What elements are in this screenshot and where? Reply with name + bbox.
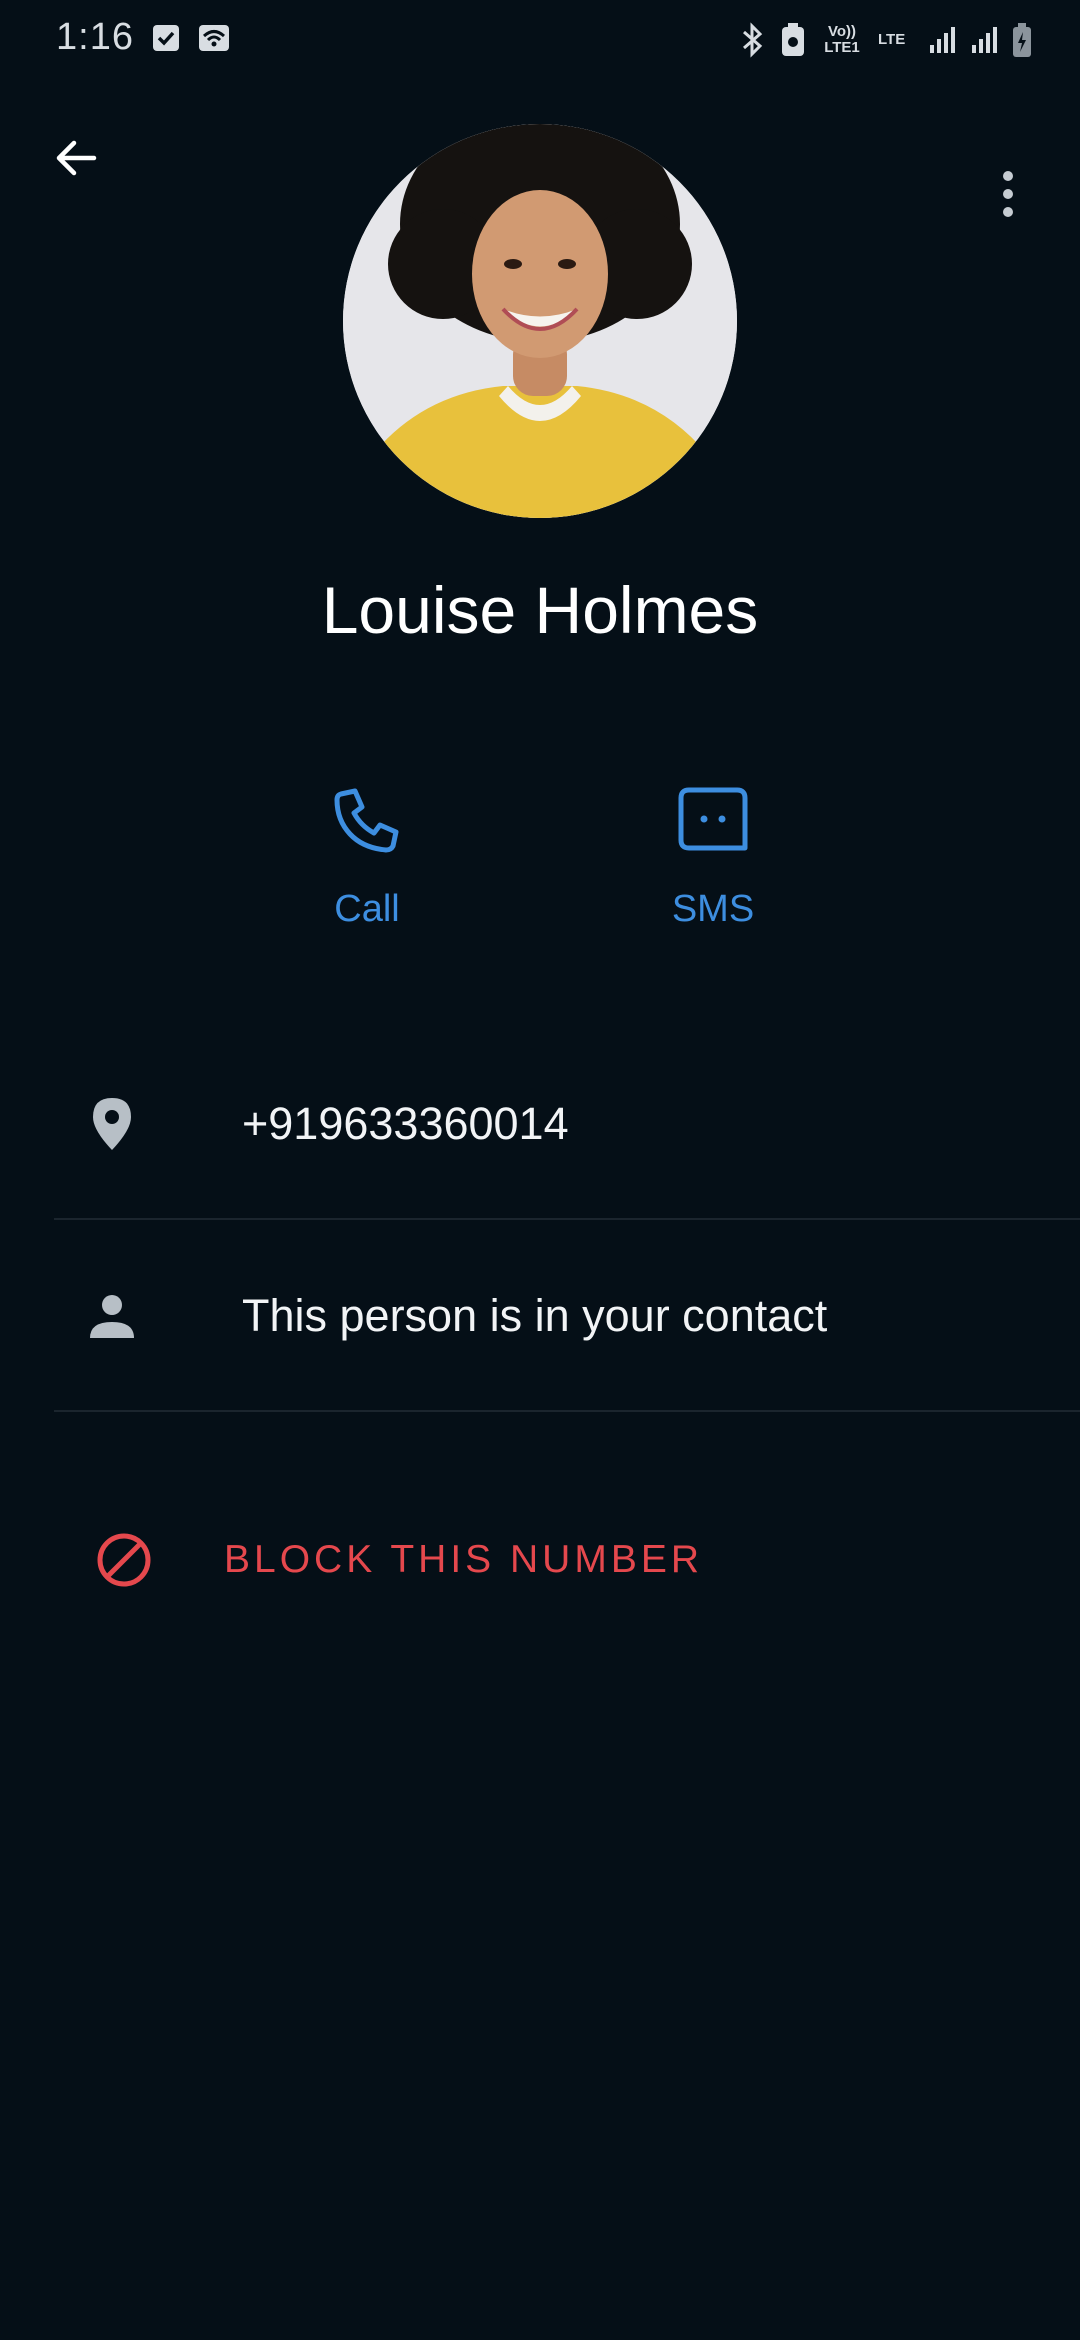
call-button[interactable]: Call xyxy=(267,770,467,970)
phone-icon xyxy=(327,780,407,860)
more-options-button[interactable] xyxy=(972,160,1044,232)
block-number-label: BLOCK THIS NUMBER xyxy=(224,1538,704,1581)
back-button[interactable] xyxy=(40,124,112,196)
contact-status-text: This person is in your contact xyxy=(242,1290,828,1341)
battery-saver-icon xyxy=(780,22,806,58)
block-icon xyxy=(94,1530,154,1590)
status-bar: 1:16 Vo)) LTE1 LTE xyxy=(0,0,1080,80)
contact-detail-screen: 1:16 Vo)) LTE1 LTE Louise Holmes Call SM… xyxy=(0,0,1080,2340)
phone-number-text: +919633360014 xyxy=(242,1098,569,1149)
lte-indicator: LTE xyxy=(878,31,906,48)
message-icon xyxy=(673,780,753,860)
signal-icon xyxy=(928,25,956,55)
contact-status-row: This person is in your contact xyxy=(54,1222,1080,1412)
wifi-notification-icon xyxy=(198,24,229,52)
volte-indicator: Vo)) LTE1 xyxy=(824,23,860,56)
status-time: 1:16 xyxy=(56,16,134,58)
location-pin-icon xyxy=(84,1096,140,1152)
phone-number-row[interactable]: +919633360014 xyxy=(54,1030,1080,1220)
contact-avatar xyxy=(343,124,737,518)
sms-button[interactable]: SMS xyxy=(613,770,813,970)
sms-label: SMS xyxy=(671,888,755,930)
contact-name: Louise Holmes xyxy=(321,573,759,647)
signal-icon-2 xyxy=(970,25,998,55)
call-label: Call xyxy=(334,888,400,930)
arrow-back-icon xyxy=(52,134,100,187)
status-icons: Vo)) LTE1 LTE xyxy=(740,18,1032,62)
person-icon xyxy=(84,1288,140,1344)
checkbox-notification-icon xyxy=(152,24,180,52)
battery-icon xyxy=(1012,22,1032,58)
block-number-button[interactable]: BLOCK THIS NUMBER xyxy=(54,1510,954,1610)
more-vert-icon xyxy=(1000,170,1016,223)
bluetooth-icon xyxy=(740,22,766,58)
